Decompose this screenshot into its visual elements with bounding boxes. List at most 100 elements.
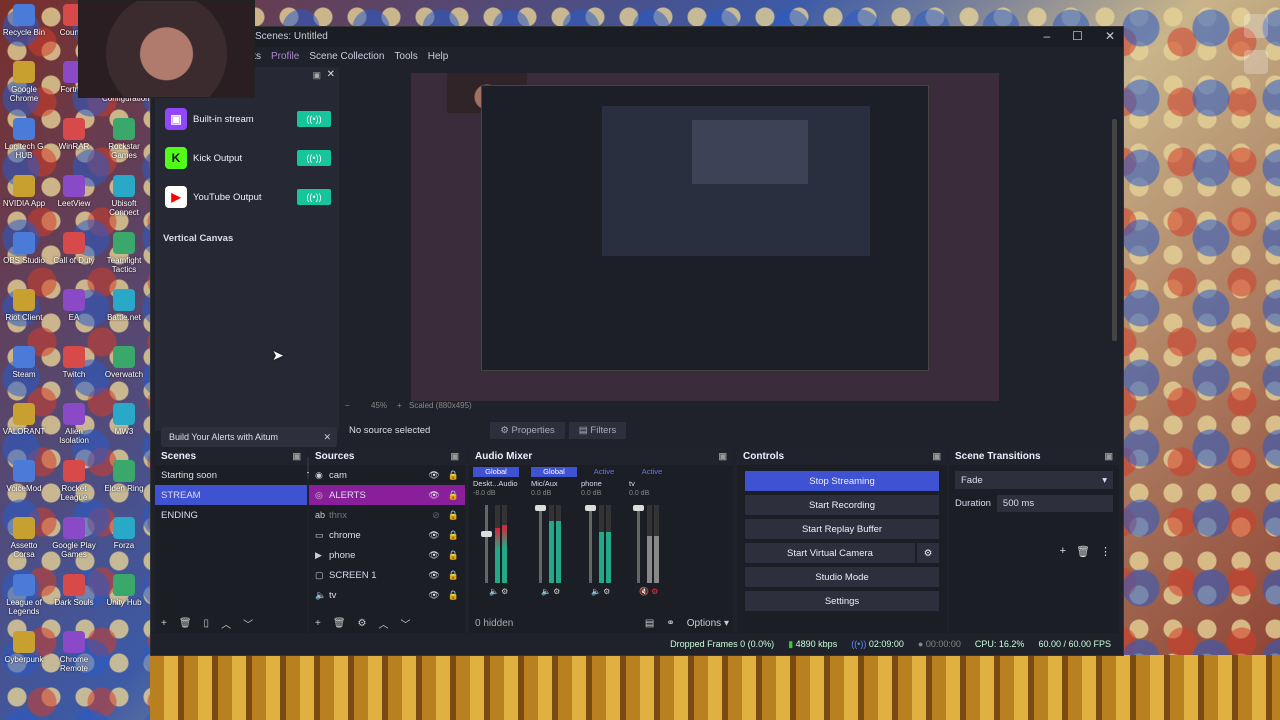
trash-icon[interactable]: 🗑 [333, 618, 346, 629]
zoom-out-icon[interactable]: − [345, 401, 350, 410]
eye-icon[interactable]: 👁 [428, 530, 439, 541]
volume-knob[interactable] [481, 531, 492, 537]
lock-icon[interactable]: 🔒 [448, 530, 459, 541]
menu-item-scene-collection[interactable]: Scene Collection [309, 51, 384, 62]
filter-icon[interactable]: ▯ [204, 618, 210, 629]
eye-icon[interactable]: 👁 [428, 570, 439, 581]
desktop-icon[interactable]: VoiceMod [2, 460, 46, 493]
popout-icon[interactable]: ▣ [718, 451, 727, 462]
desktop-icon[interactable]: Google Play Games [52, 517, 96, 559]
lock-icon[interactable]: 🔒 [448, 590, 459, 601]
eye-icon[interactable]: 👁 [428, 550, 439, 561]
capture-tool-icon[interactable] [1244, 50, 1268, 74]
desktop-icon[interactable]: Logitech G HUB [2, 118, 46, 160]
desktop-icon[interactable]: Battle.net [102, 289, 146, 322]
lock-icon[interactable]: 🔒 [448, 550, 459, 561]
source-item[interactable]: ▢ SCREEN 1 👁 🔒 [309, 565, 465, 585]
speaker-icon[interactable]: 🔈 ⚙ [489, 587, 508, 596]
popout-icon[interactable]: ▣ [292, 451, 301, 462]
down-icon[interactable]: ﹀ [243, 616, 253, 631]
scene-item[interactable]: ENDING [155, 505, 307, 525]
speaker-icon[interactable]: 🔈 ⚙ [541, 587, 560, 596]
add-icon[interactable]: + [1060, 545, 1066, 558]
desktop-icon[interactable]: EA [52, 289, 96, 322]
eye-icon[interactable]: 👁 [428, 590, 439, 601]
menu-item-help[interactable]: Help [428, 51, 449, 62]
stream-toggle[interactable]: ((•)) [297, 189, 331, 205]
start-replay-buffer-button[interactable]: Start Replay Buffer [745, 519, 939, 539]
desktop-icon[interactable]: Ubisoft Connect [102, 175, 146, 217]
lock-icon[interactable]: 🔒 [448, 510, 459, 521]
desktop-icon[interactable]: Teamfight Tactics [102, 232, 146, 274]
program-preview[interactable] [411, 73, 999, 401]
desktop-icon[interactable]: Twitch [52, 346, 96, 379]
desktop-icon[interactable]: Alien Isolation [52, 403, 96, 445]
layout-icon[interactable]: ▤ [645, 618, 654, 629]
desktop-icon[interactable]: WinRAR [52, 118, 96, 151]
desktop-icon[interactable]: Steam [2, 346, 46, 379]
close-icon[interactable]: ✕ [323, 432, 331, 443]
popout-icon[interactable]: ▣ [450, 451, 459, 462]
desktop-icon[interactable]: Riot Client [2, 289, 46, 322]
gear-icon[interactable]: ⚙ [917, 543, 939, 563]
desktop-icon[interactable]: Recycle Bin [2, 4, 46, 37]
volume-knob[interactable] [535, 505, 546, 511]
trash-icon[interactable]: 🗑 [179, 618, 192, 629]
desktop-icon[interactable]: Call of Duty [52, 232, 96, 265]
desktop-icon[interactable]: Dark Souls [52, 574, 96, 607]
trash-icon[interactable]: 🗑 [1076, 545, 1090, 558]
stream-toggle[interactable]: ((•)) [297, 111, 331, 127]
eye-icon[interactable]: 👁 [428, 490, 439, 501]
popout-icon[interactable]: ▣ [1104, 451, 1113, 462]
stop-streaming-button[interactable]: Stop Streaming [745, 471, 939, 491]
duration-input[interactable]: 500 ms [996, 495, 1113, 512]
zoom-in-icon[interactable]: + [397, 401, 402, 410]
aitum-banner[interactable]: Build Your Alerts with Aitum ✕ [161, 427, 337, 447]
overlay-tool-icon[interactable] [1244, 14, 1268, 38]
source-item[interactable]: ▭ chrome 👁 🔒 [309, 525, 465, 545]
transition-select[interactable]: Fade ▾ [955, 471, 1113, 489]
speaker-icon[interactable]: 🔈 ⚙ [591, 587, 610, 596]
volume-slider[interactable] [633, 505, 644, 583]
muted-speaker-icon[interactable]: 🔇 ⚙ [639, 587, 658, 596]
maximize-icon[interactable]: ☐ [1072, 29, 1083, 43]
source-item[interactable]: ab thnx ⊘ 🔒 [309, 505, 465, 525]
close-icon[interactable]: ✕ [1105, 29, 1115, 43]
more-icon[interactable]: ⋮ [1100, 545, 1111, 558]
source-item[interactable]: 🔈 tv 👁 🔒 [309, 585, 465, 605]
lock-icon[interactable]: 🔒 [448, 470, 459, 481]
volume-slider[interactable] [535, 505, 546, 583]
menu-item-profile[interactable]: Profile [271, 51, 299, 62]
link-icon[interactable]: ⚭ [666, 618, 674, 629]
preview-scrollbar[interactable] [1112, 119, 1117, 341]
desktop-icon[interactable]: League of Legends [2, 574, 46, 616]
desktop-icon[interactable]: Cyberpunk [2, 631, 46, 664]
desktop-icon[interactable]: Unity Hub [102, 574, 146, 607]
add-icon[interactable]: + [161, 618, 167, 629]
desktop-icon[interactable]: MW3 [102, 403, 146, 436]
desktop-icon[interactable]: NVIDIA App [2, 175, 46, 208]
start-virtual-camera-button[interactable]: Start Virtual Camera [745, 543, 915, 563]
lock-icon[interactable]: 🔒 [448, 490, 459, 501]
desktop-icon[interactable]: Chrome Remote [52, 631, 96, 673]
source-item[interactable]: ◉ cam 👁 🔒 [309, 465, 465, 485]
options-button[interactable]: Options ▾ [687, 618, 729, 629]
desktop-icon[interactable]: Assetto Corsa [2, 517, 46, 559]
volume-slider[interactable] [481, 505, 492, 583]
desktop-icon[interactable]: Rockstar Games [102, 118, 146, 160]
desktop-icon[interactable]: OBS Studio [2, 232, 46, 265]
properties-button[interactable]: ⚙ Properties [490, 421, 565, 439]
desktop-icon[interactable]: Overwatch [102, 346, 146, 379]
desktop-icon[interactable]: Rocket League [52, 460, 96, 502]
volume-slider[interactable] [585, 505, 596, 583]
scene-item[interactable]: Starting soon [155, 465, 307, 485]
studio-mode-button[interactable]: Studio Mode [745, 567, 939, 587]
source-item[interactable]: ▶ phone 👁 🔒 [309, 545, 465, 565]
desktop-icon[interactable]: VALORANT [2, 403, 46, 436]
stream-toggle[interactable]: ((•)) [297, 150, 331, 166]
volume-knob[interactable] [585, 505, 596, 511]
add-icon[interactable]: + [315, 618, 321, 629]
up-icon[interactable]: ︿ [379, 616, 389, 631]
filters-button[interactable]: ▤ Filters [568, 421, 627, 439]
source-item[interactable]: ◎ ALERTS 👁 🔒 [309, 485, 465, 505]
